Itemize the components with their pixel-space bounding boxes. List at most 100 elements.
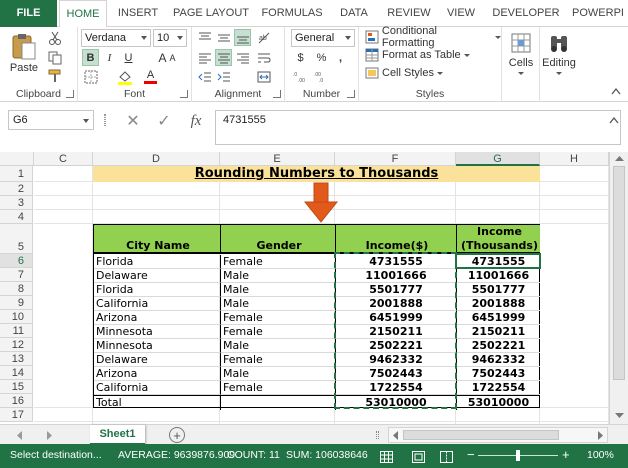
cell-gender[interactable]: Male: [221, 367, 336, 381]
merge-center-button[interactable]: [255, 68, 272, 85]
tab-powerpivot[interactable]: POWERPI: [568, 0, 628, 27]
status-average[interactable]: AVERAGE: 9639876.909: [118, 444, 235, 466]
tab-formulas[interactable]: FORMULAS: [256, 0, 328, 27]
number-format-dropdown[interactable]: General: [291, 29, 355, 47]
cell-income-thousands[interactable]: 4731555: [457, 255, 540, 269]
formula-input[interactable]: 4731555: [215, 110, 621, 145]
cell-city[interactable]: Arizona: [94, 367, 221, 381]
font-name-dropdown[interactable]: Verdana: [81, 29, 151, 47]
tab-data[interactable]: DATA: [331, 0, 377, 27]
total-thousands[interactable]: 53010000: [457, 396, 540, 410]
scrollbar-thumb[interactable]: [403, 430, 559, 440]
total-gender[interactable]: [221, 396, 336, 410]
total-city[interactable]: Total: [94, 396, 221, 410]
worksheet-grid[interactable]: C D E F G H 1 2 3 4 5 6 7 8 9 10 11 12 1…: [0, 152, 628, 424]
vertical-scrollbar[interactable]: [609, 152, 628, 424]
copy-button[interactable]: [46, 49, 63, 66]
decrease-indent-button[interactable]: [196, 68, 213, 85]
cell-city[interactable]: Florida: [94, 283, 221, 297]
row-header-6[interactable]: 6: [0, 254, 33, 268]
column-header-h[interactable]: H: [540, 152, 609, 166]
row-header-7[interactable]: 7: [0, 268, 33, 282]
select-all-corner[interactable]: [0, 152, 34, 166]
middle-align-button[interactable]: [215, 29, 232, 46]
fill-color-button[interactable]: [116, 68, 133, 85]
zoom-level[interactable]: 100%: [587, 444, 614, 466]
horizontal-scrollbar[interactable]: [388, 427, 608, 443]
cell-income[interactable]: 2502221: [336, 339, 457, 353]
row-header-2[interactable]: 2: [0, 182, 33, 196]
expand-formula-bar-button[interactable]: [608, 115, 620, 125]
cell-income-thousands[interactable]: 2150211: [457, 325, 540, 339]
cell-income-thousands[interactable]: 11001666: [457, 269, 540, 283]
tab-file[interactable]: FILE: [0, 0, 57, 27]
cell-income[interactable]: 2150211: [336, 325, 457, 339]
name-box[interactable]: G6: [8, 110, 94, 130]
paste-button[interactable]: Paste: [6, 29, 42, 77]
cell-gender[interactable]: Male: [221, 297, 336, 311]
cell-income-thousands[interactable]: 2001888: [457, 297, 540, 311]
cell-income[interactable]: 9462332: [336, 353, 457, 367]
row-header-11[interactable]: 11: [0, 324, 33, 338]
format-painter-button[interactable]: [46, 67, 63, 84]
status-sum[interactable]: SUM: 106038646: [286, 444, 368, 466]
row-header-13[interactable]: 13: [0, 352, 33, 366]
wrap-text-button[interactable]: [255, 49, 272, 66]
zoom-slider-thumb[interactable]: [516, 450, 520, 461]
top-align-button[interactable]: [196, 29, 213, 46]
header-city-name[interactable]: City Name: [94, 225, 221, 254]
row-header-4[interactable]: 4: [0, 210, 33, 224]
insert-function-button[interactable]: fx: [184, 111, 208, 131]
percent-button[interactable]: %: [313, 49, 330, 66]
row-header-1[interactable]: 1: [0, 166, 33, 182]
row-header-8[interactable]: 8: [0, 282, 33, 296]
row-header-9[interactable]: 9: [0, 296, 33, 310]
row-header-5[interactable]: 5: [0, 224, 33, 254]
tab-home[interactable]: HOME: [59, 0, 107, 28]
scrollbar-thumb[interactable]: [613, 166, 625, 380]
cell-gender[interactable]: Male: [221, 269, 336, 283]
cell-income-thousands[interactable]: 7502443: [457, 367, 540, 381]
comma-button[interactable]: ,: [332, 49, 349, 66]
cell-income[interactable]: 6451999: [336, 311, 457, 325]
cell-city[interactable]: Florida: [94, 255, 221, 269]
bold-button[interactable]: B: [82, 49, 99, 66]
new-sheet-button[interactable]: +: [169, 427, 185, 443]
column-header-e[interactable]: E: [220, 152, 335, 166]
cell-gender[interactable]: Female: [221, 353, 336, 367]
zoom-out-button[interactable]: −: [467, 444, 475, 466]
cell-gender[interactable]: Female: [221, 325, 336, 339]
cancel-entry-button[interactable]: ✕: [122, 111, 144, 131]
column-header-f[interactable]: F: [335, 152, 456, 166]
cell-gender[interactable]: Female: [221, 311, 336, 325]
chevron-down-icon[interactable]: [615, 412, 624, 419]
cell-gender[interactable]: Female: [221, 381, 336, 395]
tab-page-layout[interactable]: PAGE LAYOUT: [168, 0, 254, 27]
collapse-ribbon-button[interactable]: [609, 85, 623, 97]
row-header-12[interactable]: 12: [0, 338, 33, 352]
font-size-change-buttons[interactable]: A A: [148, 50, 186, 66]
alignment-launcher-icon[interactable]: [273, 90, 281, 98]
page-layout-view-button[interactable]: [412, 449, 425, 468]
font-launcher-icon[interactable]: [180, 90, 188, 98]
header-income[interactable]: Income($): [336, 225, 457, 254]
row-header-14[interactable]: 14: [0, 366, 33, 380]
cell-income[interactable]: 7502443: [336, 367, 457, 381]
chevron-left-icon[interactable]: [392, 431, 399, 440]
chevron-up-icon[interactable]: [615, 155, 624, 162]
cell-city[interactable]: Delaware: [94, 353, 221, 367]
cell-city[interactable]: California: [94, 381, 221, 395]
header-income-thousands[interactable]: Income (Thousands): [457, 225, 540, 254]
normal-view-button[interactable]: [380, 449, 393, 468]
row-header-10[interactable]: 10: [0, 310, 33, 324]
increase-decimal-button[interactable]: .0.00: [292, 68, 309, 85]
previous-sheet-button[interactable]: [14, 428, 26, 442]
underline-button[interactable]: U: [120, 49, 137, 66]
font-color-button[interactable]: A: [142, 68, 159, 85]
number-launcher-icon[interactable]: [347, 90, 355, 98]
sheet-title[interactable]: Rounding Numbers to Thousands: [93, 166, 540, 182]
cell-income[interactable]: 2001888: [336, 297, 457, 311]
row-header-16[interactable]: 16: [0, 394, 33, 408]
cell-income[interactable]: 4731555: [336, 255, 457, 269]
clipboard-launcher-icon[interactable]: [66, 90, 74, 98]
